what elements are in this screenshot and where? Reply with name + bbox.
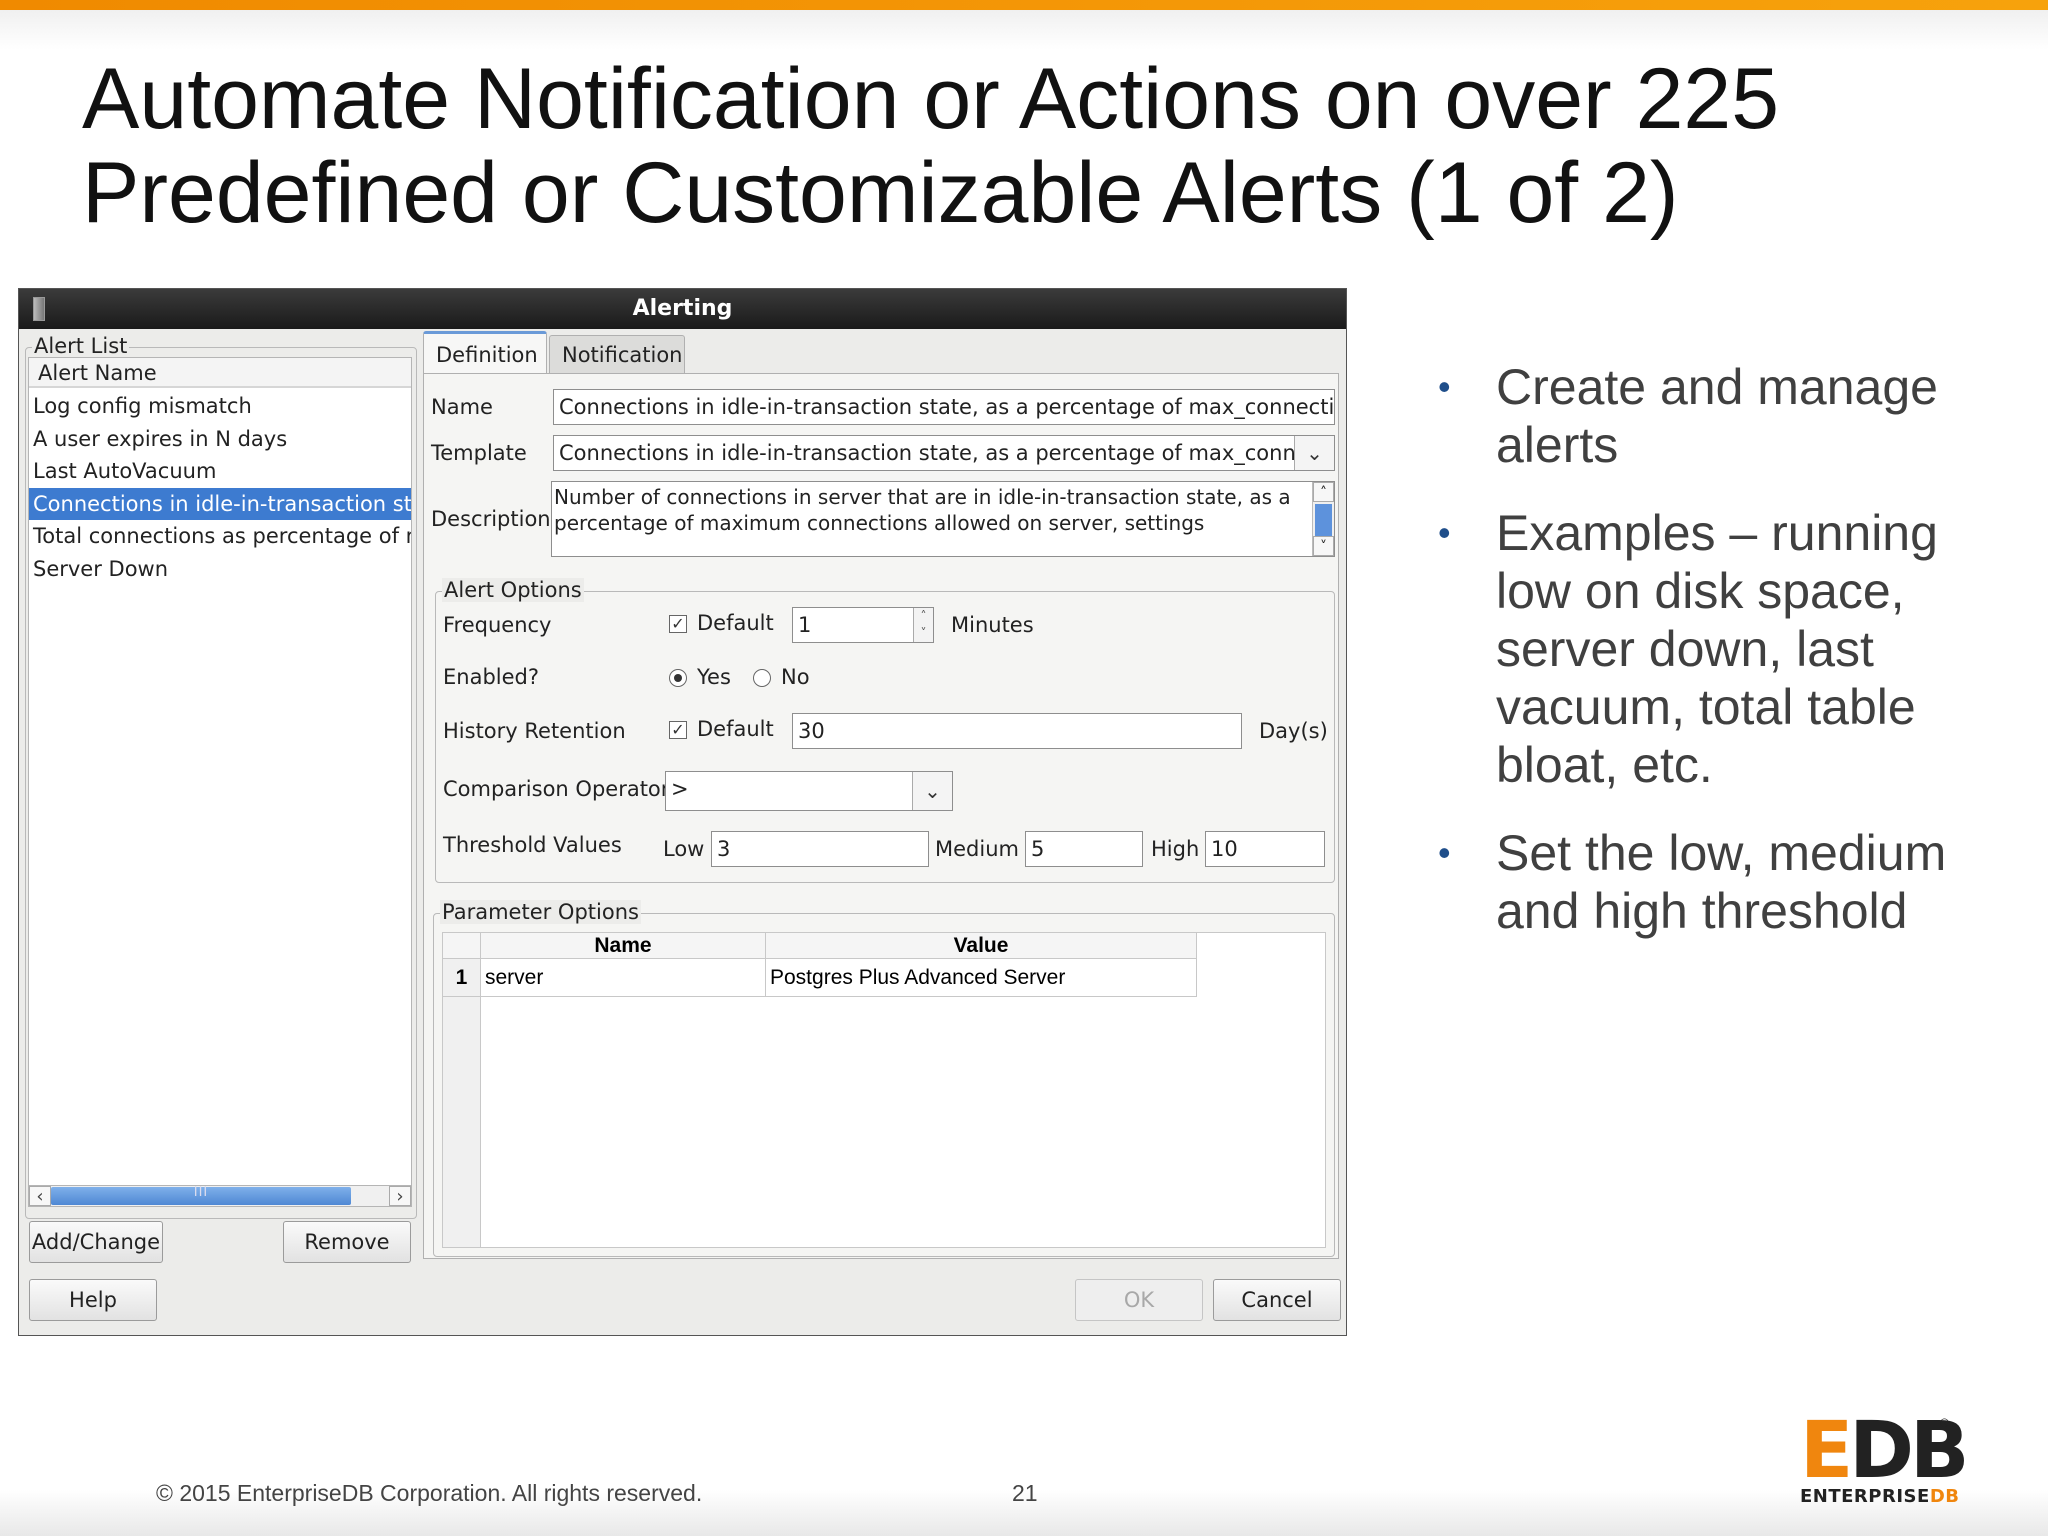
edb-logo: EDB ENTERPRISEDB: [1800, 1412, 1970, 1507]
frequency-spinbox[interactable]: 1 ˄ ˅: [792, 607, 934, 643]
description-vertical-scrollbar[interactable]: ˄ ˅: [1312, 482, 1334, 556]
spin-down-icon[interactable]: ˅: [914, 625, 933, 642]
template-label: Template: [431, 441, 527, 465]
alert-list-item[interactable]: Total connections as percentage of max_c…: [29, 520, 411, 553]
frequency-default-label: Default: [697, 611, 774, 635]
description-text: Number of connections in server that are…: [554, 485, 1291, 535]
threshold-low-input[interactable]: 3: [711, 831, 929, 867]
cancel-button[interactable]: Cancel: [1213, 1279, 1341, 1321]
enabled-no-label: No: [781, 665, 810, 689]
parameter-options-legend: Parameter Options: [440, 900, 641, 924]
page-number: 21: [1012, 1480, 1038, 1506]
description-textarea[interactable]: Number of connections in server that are…: [551, 481, 1335, 557]
medium-label: Medium: [935, 837, 1019, 861]
add-change-button[interactable]: Add/Change: [29, 1221, 163, 1263]
alert-options-legend: Alert Options: [442, 578, 584, 602]
name-label: Name: [431, 395, 493, 419]
spin-up-icon[interactable]: ˄: [914, 608, 933, 625]
scroll-left-icon[interactable]: ‹: [29, 1186, 51, 1207]
history-retention-input[interactable]: 30: [792, 713, 1242, 749]
row-number-gutter: [443, 997, 481, 1247]
comparison-operator-label: Comparison Operator: [443, 777, 670, 801]
scroll-down-icon[interactable]: ˅: [1313, 536, 1334, 556]
parameter-table: Name Value 1 server Postgres Plus Advanc…: [442, 932, 1326, 1248]
bullet-list: • Create and manage alerts • Examples – ru…: [1424, 358, 2024, 970]
enabled-no-radio[interactable]: [753, 669, 771, 687]
alert-name-column-header[interactable]: Alert Name: [29, 358, 411, 388]
bullet-icon: •: [1438, 512, 1451, 553]
comparison-operator-value: >: [671, 777, 689, 801]
alert-list-horizontal-scrollbar[interactable]: ‹ III ›: [28, 1185, 412, 1207]
low-label: Low: [663, 837, 705, 861]
slide-title-line-2: Predefined or Customizable Alerts (1 of …: [82, 145, 1679, 241]
threshold-high-input[interactable]: 10: [1205, 831, 1325, 867]
alert-list-item-selected[interactable]: Connections in idle-in-transaction state…: [29, 487, 411, 520]
frequency-value: 1: [798, 613, 812, 637]
parameter-value-cell[interactable]: Postgres Plus Advanced Server: [766, 959, 1197, 997]
history-unit-label: Day(s): [1259, 719, 1328, 743]
logo-e: E: [1800, 1406, 1853, 1496]
scroll-right-icon[interactable]: ›: [389, 1186, 411, 1207]
alert-list-legend: Alert List: [32, 334, 130, 358]
bullet-text: Examples – running low on disk space, se…: [1496, 505, 1938, 793]
registered-mark: ®: [1940, 1416, 1949, 1430]
bullet-text: Create and manage alerts: [1496, 359, 1938, 473]
dialog-title: Alerting: [632, 296, 733, 321]
scrollbar-grip: III: [193, 1185, 209, 1200]
history-default-label: Default: [697, 717, 774, 741]
name-input[interactable]: Connections in idle-in-transaction state…: [553, 389, 1335, 425]
frequency-spin-buttons[interactable]: ˄ ˅: [913, 608, 933, 642]
remove-button[interactable]: Remove: [283, 1221, 411, 1263]
chevron-down-icon[interactable]: ⌄: [912, 772, 952, 810]
enabled-yes-label: Yes: [697, 665, 731, 689]
description-label: Description: [431, 507, 551, 531]
alert-list-item[interactable]: Log config mismatch: [29, 390, 411, 423]
frequency-default-checkbox[interactable]: ✓: [669, 615, 687, 633]
history-retention-label: History Retention: [443, 719, 626, 743]
bullet-item: • Create and manage alerts: [1424, 358, 2024, 474]
history-default-checkbox[interactable]: ✓: [669, 721, 687, 739]
slide-title-line-1: Automate Notification or Actions on over…: [82, 51, 1780, 147]
row-number-header: [443, 933, 481, 959]
top-fade: [0, 10, 2048, 50]
scrollbar-thumb[interactable]: III: [51, 1185, 351, 1205]
help-button[interactable]: Help: [29, 1279, 157, 1321]
bullet-item: • Examples – running low on disk space, s…: [1424, 504, 2024, 794]
template-select-value: Connections in idle-in-transaction state…: [559, 441, 1329, 465]
scroll-up-icon[interactable]: ˄: [1313, 482, 1334, 502]
alert-list-item[interactable]: A user expires in N days: [29, 423, 411, 456]
slide-title: Automate Notification or Actions on over…: [82, 52, 1982, 240]
threshold-values-label: Threshold Values: [443, 833, 622, 857]
threshold-medium-input[interactable]: 5: [1025, 831, 1143, 867]
ok-button[interactable]: OK: [1075, 1279, 1203, 1321]
frequency-unit-label: Minutes: [951, 613, 1034, 637]
row-number: 1: [443, 959, 481, 997]
scrollbar-thumb[interactable]: [1315, 504, 1332, 536]
top-accent-bar: [0, 0, 2048, 10]
high-label: High: [1151, 837, 1200, 861]
bullet-icon: •: [1438, 832, 1451, 873]
bullet-item: • Set the low, medium and high threshold: [1424, 824, 2024, 940]
chevron-down-icon[interactable]: ⌄: [1294, 436, 1334, 470]
tab-notification[interactable]: Notification: [549, 335, 685, 375]
comparison-operator-select[interactable]: > ⌄: [665, 771, 953, 811]
alert-list: Alert Name Log config mismatch A user ex…: [28, 357, 412, 1201]
value-column-header[interactable]: Value: [766, 933, 1197, 959]
logo-db-small: DB: [1929, 1486, 1960, 1507]
enabled-yes-radio[interactable]: [669, 669, 687, 687]
bullet-text: Set the low, medium and high threshold: [1496, 825, 1947, 939]
template-select[interactable]: Connections in idle-in-transaction state…: [553, 435, 1335, 471]
logo-enterprise: ENTERPRISE: [1800, 1486, 1930, 1507]
frequency-label: Frequency: [443, 613, 552, 637]
dialog-titlebar[interactable]: Alerting: [19, 289, 1346, 329]
footer-copyright: © 2015 EnterpriseDB Corporation. All rig…: [156, 1480, 703, 1506]
bullet-icon: •: [1438, 366, 1451, 407]
enabled-label: Enabled?: [443, 665, 540, 689]
name-column-header[interactable]: Name: [481, 933, 766, 959]
parameter-name-cell[interactable]: server: [481, 959, 766, 997]
alert-list-item[interactable]: Server Down: [29, 553, 411, 586]
tab-definition[interactable]: Definition: [423, 331, 547, 375]
alert-list-item[interactable]: Last AutoVacuum: [29, 455, 411, 488]
